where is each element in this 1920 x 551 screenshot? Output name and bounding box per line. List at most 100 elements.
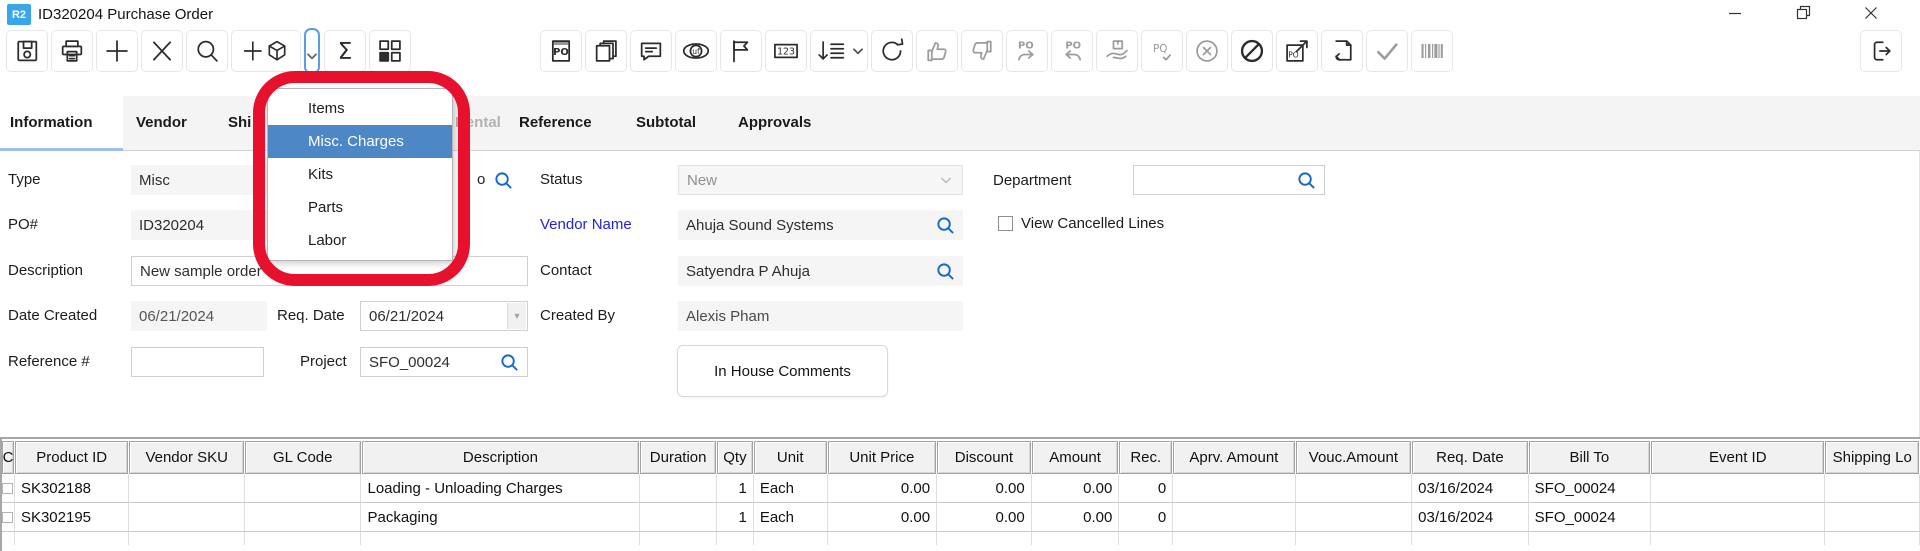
po-number-field[interactable]: ID320204 <box>131 210 267 240</box>
add-line-items-button[interactable] <box>231 30 301 72</box>
cell-discount[interactable] <box>937 532 1032 545</box>
column-header-aprv-amount[interactable]: Aprv. Amount <box>1173 441 1294 474</box>
cell-event-id[interactable] <box>1651 474 1825 503</box>
cell-shipping-lo[interactable] <box>1825 503 1920 532</box>
minimize-button[interactable] <box>1712 0 1758 30</box>
project-field[interactable]: SFO_00024 <box>360 347 528 377</box>
cell-description[interactable]: Packaging <box>361 503 640 532</box>
cell-aprv-amount[interactable] <box>1173 474 1295 503</box>
tab-vendor[interactable]: Vendor <box>136 96 187 150</box>
req-date-dropdown-button[interactable]: ▾ <box>507 303 526 329</box>
po-send-button[interactable]: PO <box>1006 30 1048 72</box>
cell-vendor-sku[interactable] <box>129 503 245 532</box>
cell-discount[interactable]: 0.00 <box>937 503 1032 532</box>
add-line-items-dropdown-button[interactable] <box>304 28 320 74</box>
row-select-cell[interactable] <box>2 532 15 545</box>
cell-shipping-lo[interactable] <box>1825 474 1920 503</box>
cell-gl-code[interactable] <box>245 532 362 545</box>
cell-duration[interactable] <box>640 503 717 532</box>
user-fields-button[interactable]: uf <box>675 30 717 72</box>
cell-bill-to[interactable] <box>1529 532 1651 545</box>
department-field[interactable] <box>1133 165 1325 195</box>
vendor-name-field[interactable]: Ahuja Sound Systems <box>678 210 963 240</box>
column-header-duration[interactable]: Duration <box>640 441 716 474</box>
cell-req-date[interactable]: 03/16/2024 <box>1412 474 1529 503</box>
column-header-rec[interactable]: Rec. <box>1119 441 1172 474</box>
cancel-circle-button[interactable] <box>1186 30 1228 72</box>
column-header-bill-to[interactable]: Bill To <box>1529 441 1650 474</box>
cell-vouc-amount[interactable] <box>1296 503 1413 532</box>
cell-description[interactable] <box>361 532 640 545</box>
cell-rec[interactable] <box>1119 532 1173 545</box>
tab-approvals[interactable]: Approvals <box>738 96 811 150</box>
contact-field[interactable]: Satyendra P Ahuja <box>678 256 963 286</box>
column-header-event-id[interactable]: Event ID <box>1651 441 1824 474</box>
req-date-field[interactable]: 06/21/2024 ▾ <box>360 301 528 331</box>
row-select-cell[interactable] <box>2 474 15 503</box>
tab-information[interactable]: Information <box>0 96 123 151</box>
menu-item-labor[interactable]: Labor <box>268 224 452 257</box>
search-icon[interactable] <box>494 171 513 195</box>
column-header-description[interactable]: Description <box>362 441 640 474</box>
column-header-c[interactable]: C <box>2 441 14 474</box>
print-button[interactable] <box>51 30 93 72</box>
refresh-button[interactable] <box>871 30 913 72</box>
view-cancelled-lines-checkbox[interactable] <box>998 216 1013 231</box>
po-document-button[interactable]: PO <box>540 30 582 72</box>
cell-aprv-amount[interactable] <box>1173 503 1295 532</box>
cell-amount[interactable]: 0.00 <box>1032 503 1120 532</box>
tab-rental[interactable]: Rental <box>455 96 501 150</box>
search-icon[interactable] <box>936 216 955 235</box>
vendor-name-label[interactable]: Vendor Name <box>540 210 632 240</box>
cell-qty[interactable]: 1 <box>717 503 754 532</box>
cell-qty[interactable] <box>717 532 754 545</box>
cell-amount[interactable]: 0.00 <box>1032 474 1120 503</box>
cell-unit[interactable] <box>754 532 828 545</box>
po-return-button[interactable]: PO <box>1051 30 1093 72</box>
cell-gl-code[interactable] <box>245 503 362 532</box>
receive-button[interactable] <box>1096 30 1138 72</box>
column-header-unit[interactable]: Unit <box>754 441 827 474</box>
column-header-shipping-lo[interactable]: Shipping Lo <box>1825 441 1919 474</box>
cell-bill-to[interactable]: SFO_00024 <box>1529 503 1651 532</box>
reference-field[interactable] <box>131 347 264 377</box>
row-select-cell[interactable] <box>2 503 15 532</box>
cell-unit-price[interactable]: 0.00 <box>828 474 938 503</box>
restore-button[interactable] <box>1780 0 1826 30</box>
column-header-req-date[interactable]: Req. Date <box>1412 441 1528 474</box>
close-button[interactable] <box>1848 0 1894 30</box>
save-button[interactable] <box>6 30 48 72</box>
sort-button[interactable] <box>810 30 868 72</box>
tab-reference[interactable]: Reference <box>519 96 592 150</box>
cell-product-id[interactable]: SK302195 <box>15 503 130 532</box>
cell-unit-price[interactable]: 0.00 <box>828 503 938 532</box>
cell-gl-code[interactable] <box>245 474 362 503</box>
flag-button[interactable] <box>720 30 762 72</box>
void-button[interactable] <box>1231 30 1273 72</box>
cell-bill-to[interactable]: SFO_00024 <box>1529 474 1651 503</box>
po-export-button[interactable]: PO <box>1276 30 1318 72</box>
menu-item-kits[interactable]: Kits <box>268 158 452 191</box>
cell-qty[interactable]: 1 <box>717 474 754 503</box>
search-button[interactable] <box>186 30 228 72</box>
menu-item-items[interactable]: Items <box>268 92 452 125</box>
pq-confirm-button[interactable]: PQ <box>1141 30 1183 72</box>
cell-vendor-sku[interactable] <box>129 474 245 503</box>
column-header-amount[interactable]: Amount <box>1032 441 1119 474</box>
menu-item-parts[interactable]: Parts <box>268 191 452 224</box>
cell-req-date[interactable]: 03/16/2024 <box>1412 503 1529 532</box>
cell-vouc-amount[interactable] <box>1296 532 1413 545</box>
cell-discount[interactable]: 0.00 <box>937 474 1032 503</box>
cell-event-id[interactable] <box>1651 503 1825 532</box>
cell-rec[interactable]: 0 <box>1119 503 1173 532</box>
barcode-button[interactable] <box>1411 30 1453 72</box>
column-header-vendor-sku[interactable]: Vendor SKU <box>129 441 244 474</box>
cell-event-id[interactable] <box>1651 532 1825 545</box>
doc-revert-button[interactable] <box>1321 30 1363 72</box>
column-header-gl-code[interactable]: GL Code <box>245 441 361 474</box>
cell-unit-price[interactable] <box>828 532 938 545</box>
column-header-qty[interactable]: Qty <box>717 441 753 474</box>
row-checkbox[interactable] <box>2 512 13 523</box>
cell-vouc-amount[interactable] <box>1296 474 1413 503</box>
search-icon[interactable] <box>1297 171 1316 190</box>
